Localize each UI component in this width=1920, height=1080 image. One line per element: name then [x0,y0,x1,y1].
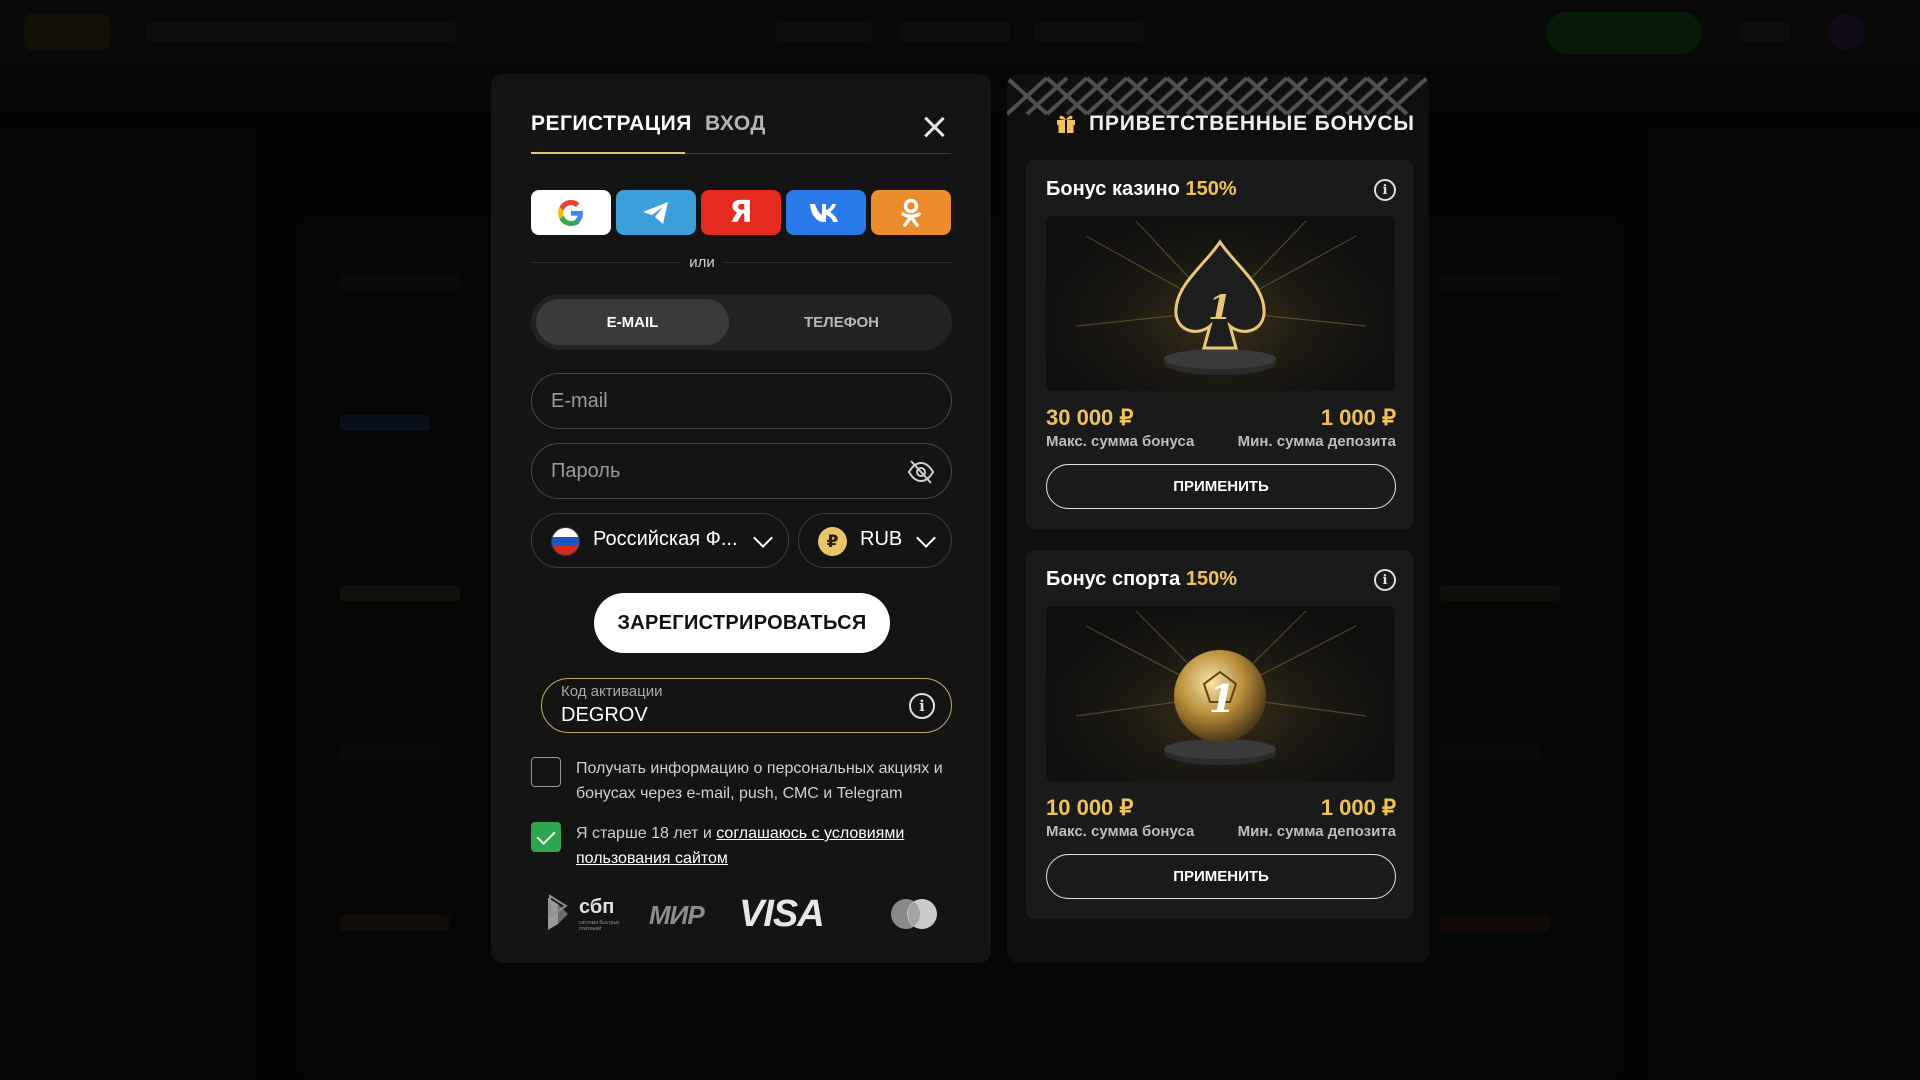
ruble-icon: ₽ [818,527,847,556]
tab-login[interactable]: ВХОД [705,112,766,136]
register-button[interactable]: ЗАРЕГИСТРИРОВАТЬСЯ [594,593,890,653]
max-bonus-label: Макс. сумма бонуса [1046,823,1195,840]
mastercard-logo [891,899,937,929]
vk-login-button[interactable] [786,190,866,235]
country-select[interactable]: Российская Ф... [531,513,789,568]
promo-code-label: Код активации [561,683,663,700]
apply-casino-bonus-button[interactable]: ПРИМЕНИТЬ [1046,464,1396,509]
min-deposit-amount: 1 000 ₽ [1320,795,1396,820]
trophy-number: 1 [1208,288,1232,328]
password-input[interactable] [551,444,891,498]
max-bonus-label: Макс. сумма бонуса [1046,433,1195,450]
russia-flag-icon [551,527,580,556]
info-icon[interactable]: i [1374,569,1396,591]
divider-text: или [681,254,723,271]
registration-method-switch: E-MAIL ТЕЛЕФОН [531,294,952,350]
gift-icon [1057,115,1075,133]
sport-bonus-image: 1 [1046,606,1395,781]
bonuses-header: ПРИВЕТСТВЕННЫЕ БОНУСЫ [1089,112,1415,135]
min-deposit-label: Мин. сумма депозита [1237,823,1396,840]
google-login-button[interactable] [531,190,611,235]
card-percent: 150% [1185,178,1237,200]
apply-sport-bonus-button[interactable]: ПРИМЕНИТЬ [1046,854,1396,899]
country-value: Российская Ф... [593,528,738,550]
sbp-caption: система быстрых платежей [579,920,620,932]
vk-icon [810,203,838,222]
max-bonus-amount: 10 000 ₽ [1046,795,1134,820]
yandex-icon: Я [729,195,753,230]
sbp-logo: сбп система быстрых платежей [546,892,628,936]
method-phone-option[interactable]: ТЕЛЕФОН [736,299,947,345]
odnoklassniki-icon [901,198,921,227]
spade-trophy-icon: 1 [1075,220,1367,375]
max-bonus-amount: 30 000 ₽ [1046,405,1134,430]
card-percent: 150% [1185,568,1237,590]
promo-code-input[interactable] [561,702,861,728]
divider-line [531,262,952,263]
registration-modal: РЕГИСТРАЦИЯ ВХОД Я или E-MAIL ТЕЛЕФОН E-… [491,74,991,963]
min-deposit-label: Мин. сумма депозита [1237,433,1396,450]
payment-methods: сбп система быстрых платежей МИР VISA [546,892,946,936]
sbp-text: сбп [579,896,615,918]
card-title-text: Бонус спорта [1046,568,1181,590]
chevron-down-icon [916,528,936,548]
currency-select[interactable]: ₽ RUB [798,513,952,568]
password-field [531,443,952,499]
age-consent-checkbox[interactable] [531,822,561,852]
auth-tabs: РЕГИСТРАЦИЯ ВХОД [531,112,951,154]
eye-off-icon[interactable] [907,459,935,485]
email-field [531,373,952,429]
chevron-down-icon [753,528,773,548]
marketing-consent-text: Получать информацию о персональных акция… [576,760,943,802]
info-icon[interactable]: i [909,693,935,719]
trophy-number: 1 [1209,676,1235,721]
mir-logo: МИР [649,900,705,930]
marketing-consent-checkbox[interactable] [531,757,561,787]
casino-bonus-card: Бонус казино 150% i 1 30 000 ₽ 1 000 ₽ М… [1026,160,1413,529]
email-input[interactable] [551,374,891,428]
min-deposit-amount: 1 000 ₽ [1320,405,1396,430]
ball-trophy-icon: 1 [1075,610,1367,765]
close-icon[interactable] [919,112,949,142]
visa-logo: VISA [739,893,825,935]
method-email-option[interactable]: E-MAIL [536,299,729,345]
tab-register[interactable]: РЕГИСТРАЦИЯ [531,112,692,136]
card-title: Бонус казино 150% [1046,178,1237,201]
active-tab-indicator [531,152,685,154]
yandex-login-button[interactable]: Я [701,190,781,235]
telegram-icon [643,201,668,224]
age-consent-prefix: Я старше 18 лет и [576,825,717,842]
bonuses-panel: ПРИВЕТСТВЕННЫЕ БОНУСЫ Бонус казино 150% … [1007,74,1429,963]
currency-value: RUB [860,528,903,550]
info-icon[interactable]: i [1374,179,1396,201]
casino-bonus-image: 1 [1046,216,1395,391]
sport-bonus-card: Бонус спорта 150% i 1 10 000 ₽ 1 000 ₽ М… [1026,550,1413,919]
card-title: Бонус спорта 150% [1046,568,1237,591]
social-login-row: Я [531,190,952,235]
google-icon [558,199,583,226]
telegram-login-button[interactable] [616,190,696,235]
card-title-text: Бонус казино [1046,178,1180,200]
promo-code-field: Код активации i [541,678,952,733]
odnoklassniki-login-button[interactable] [871,190,951,235]
age-consent-text: Я старше 18 лет и соглашаюсь с условиями… [576,821,956,871]
